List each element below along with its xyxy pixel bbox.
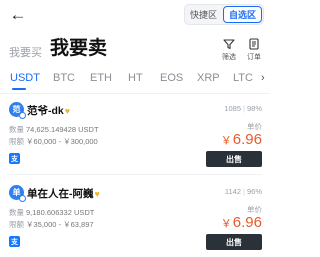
tab-ht[interactable]: HT — [128, 72, 143, 84]
merchant-name[interactable]: 单在人在-阿巍♥ — [27, 186, 100, 201]
limit-row: 限额 ￥35,000 - ￥63,897 — [9, 219, 94, 230]
sell-tab[interactable]: 我要卖 — [50, 33, 107, 60]
quantity-value: 9,180.606332 USDT — [26, 208, 95, 217]
ad-card: 范 范爷-dk♥ 1085 | 98% 数量 74,625.149428 USDT 限… — [0, 100, 270, 178]
tabs-more-chevron-icon[interactable]: › — [259, 72, 265, 84]
verified-badge-icon: ♥ — [94, 189, 100, 199]
online-badge — [19, 112, 26, 119]
merchant-stats: 1142 | 96% — [225, 187, 262, 196]
tab-eos[interactable]: EOS — [160, 72, 183, 84]
price-currency: ￥ — [220, 135, 232, 147]
ad-card: 单 单在人在-阿巍♥ 1142 | 96% 数量 9,180.606332 USDT … — [0, 183, 270, 257]
alipay-icon: 支 — [9, 236, 20, 247]
filter-button[interactable]: 筛选 — [219, 38, 239, 62]
alipay-icon: 支 — [9, 153, 20, 164]
sell-button[interactable]: 出售 — [206, 151, 262, 167]
buy-tab[interactable]: 我要买 — [9, 44, 42, 60]
card-separator — [9, 174, 262, 175]
limit-label: 限额 — [9, 220, 24, 229]
coin-tabs: USDT BTC ETH HT EOS XRP LTC › — [0, 70, 270, 90]
tab-eth[interactable]: ETH — [90, 72, 112, 84]
quantity-row: 数量 74,625.149428 USDT — [9, 124, 99, 135]
quantity-label: 数量 — [9, 125, 24, 134]
limit-value: ￥35,000 - ￥63,897 — [26, 220, 94, 229]
zone-quick-tab[interactable]: 快捷区 — [185, 5, 222, 24]
completion-rate: 96% — [246, 187, 262, 196]
merchant-name[interactable]: 范爷-dk♥ — [27, 103, 70, 118]
merchant-stats: 1085 | 98% — [224, 104, 262, 113]
completion-rate: 98% — [246, 104, 262, 113]
limit-label: 限额 — [9, 137, 24, 146]
zone-favorites-tab[interactable]: 自选区 — [222, 6, 262, 23]
tab-xrp[interactable]: XRP — [197, 72, 220, 84]
orders-button[interactable]: 订单 — [244, 38, 264, 62]
verified-badge-icon: ♥ — [64, 106, 71, 116]
top-bar: ← 快捷区 自选区 — [0, 0, 270, 30]
quantity-row: 数量 9,180.606332 USDT — [9, 207, 94, 218]
tab-ltc[interactable]: LTC — [233, 72, 253, 84]
merchant-name-text: 单在人在-阿巍 — [27, 188, 94, 200]
orders-label: 订单 — [247, 54, 261, 61]
merchant-name-text: 范爷-dk — [27, 105, 64, 117]
unit-price: ￥6.96 — [221, 131, 262, 148]
online-badge — [19, 195, 26, 202]
stats-separator: | — [243, 187, 245, 196]
unit-price: ￥6.96 — [221, 214, 262, 231]
zone-switch: 快捷区 自选区 — [183, 4, 264, 25]
active-tab-indicator — [12, 88, 26, 90]
price-currency: ￥ — [220, 218, 232, 230]
limit-row: 限额 ￥60,000 - ￥300,000 — [9, 136, 98, 147]
order-list-icon — [249, 38, 259, 50]
tab-usdt[interactable]: USDT — [10, 72, 40, 84]
tab-btc[interactable]: BTC — [53, 72, 75, 84]
back-arrow-icon[interactable]: ← — [8, 5, 28, 25]
price-value: 6.96 — [232, 131, 262, 148]
filter-label: 筛选 — [222, 54, 236, 61]
stats-separator: | — [243, 104, 245, 113]
quantity-value: 74,625.149428 USDT — [26, 125, 99, 134]
quantity-label: 数量 — [9, 208, 24, 217]
filter-icon — [223, 39, 235, 50]
sell-button[interactable]: 出售 — [206, 234, 262, 250]
price-value: 6.96 — [232, 214, 262, 231]
limit-value: ￥60,000 - ￥300,000 — [26, 137, 98, 146]
side-header: 我要买 我要卖 筛选 订单 — [0, 33, 270, 62]
divider — [0, 93, 270, 94]
trade-count: 1085 — [224, 104, 242, 113]
trade-count: 1142 — [224, 187, 242, 196]
